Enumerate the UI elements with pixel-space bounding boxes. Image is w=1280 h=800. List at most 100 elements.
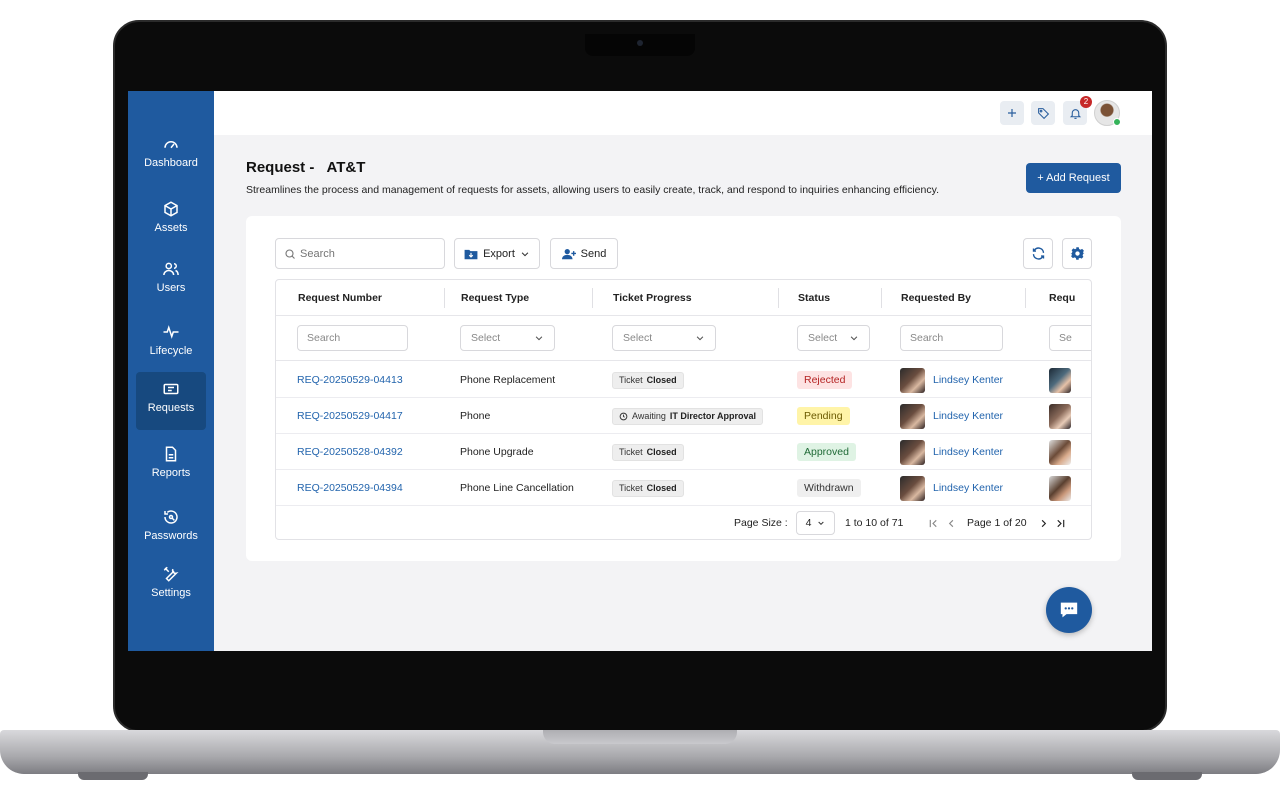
column-header-status[interactable]: Status (776, 280, 830, 316)
table-row[interactable]: REQ-20250529-04417 Phone Awaiting IT Dire… (276, 398, 1091, 434)
laptop-foot-left (78, 772, 148, 780)
requested-by-cell[interactable]: Lindsey Kenter (900, 362, 1003, 398)
status-cell: Pending (797, 398, 850, 434)
tags-button[interactable] (1031, 101, 1055, 125)
ticket-progress-cell: Ticket Closed (612, 362, 684, 398)
sidebar-item-lifecycle[interactable]: Lifecycle (136, 315, 206, 373)
requester-name[interactable]: Lindsey Kenter (933, 410, 1003, 422)
previous-page-button[interactable] (944, 516, 958, 530)
user-avatar[interactable] (1094, 100, 1121, 126)
status-cell: Withdrawn (797, 470, 861, 506)
request-number[interactable]: REQ-20250529-04417 (297, 410, 403, 422)
table-row[interactable]: REQ-20250528-04392 Phone Upgrade Ticket C… (276, 434, 1091, 470)
request-type-cell: Phone Upgrade (460, 446, 534, 458)
chevron-right-icon (1041, 519, 1046, 527)
request-number-link[interactable]: REQ-20250529-04417 (297, 398, 403, 434)
request-type-cell: Phone Line Cancellation (460, 482, 574, 494)
request-number-link[interactable]: REQ-20250528-04392 (297, 434, 403, 470)
requested-by-filter[interactable]: Search (900, 325, 1003, 351)
refresh-icon (1032, 247, 1044, 260)
topbar: 2 (214, 91, 1152, 135)
select-placeholder: Select (808, 332, 838, 344)
ticket-icon (163, 383, 179, 395)
ticket-progress-cell: Awaiting IT Director Approval (612, 398, 764, 434)
column-header-partial[interactable]: Requ (1027, 280, 1075, 316)
column-header-request-number[interactable]: Request Number (276, 280, 382, 316)
status-badge: Pending (797, 407, 850, 425)
sidebar-item-users[interactable]: Users (136, 252, 206, 310)
gauge-icon (164, 141, 178, 149)
avatar (900, 439, 925, 465)
chevron-down-icon (818, 521, 825, 526)
select-placeholder: Select (471, 332, 501, 344)
refresh-button[interactable] (1023, 238, 1053, 269)
sidebar-item-label: Dashboard (144, 157, 198, 169)
column-divider[interactable] (1025, 288, 1026, 308)
settings-button[interactable] (1062, 238, 1092, 269)
column-header-ticket-progress[interactable]: Ticket Progress (591, 280, 692, 316)
progress-prefix: Ticket (619, 447, 643, 457)
sidebar-item-settings[interactable]: Settings (136, 557, 206, 615)
filter-row: Search Select Select Select Search Se (276, 316, 1091, 361)
request-type-filter[interactable]: Select (460, 325, 555, 351)
request-number[interactable]: REQ-20250529-04413 (297, 374, 403, 386)
progress-prefix: Ticket (619, 483, 643, 493)
request-number-link[interactable]: REQ-20250529-04413 (297, 362, 403, 398)
search-input[interactable] (300, 247, 430, 260)
page-title-prefix: Request - (246, 159, 315, 176)
avatar (1049, 367, 1071, 393)
add-request-button[interactable]: + Add Request (1026, 163, 1121, 193)
request-number[interactable]: REQ-20250528-04392 (297, 446, 403, 458)
chevron-down-icon (696, 336, 704, 341)
key-reset-icon (164, 510, 178, 524)
camera-icon (637, 40, 643, 46)
progress-tag: Ticket Closed (612, 371, 684, 389)
requester-name[interactable]: Lindsey Kenter (933, 374, 1003, 386)
export-button[interactable]: Export (454, 238, 540, 269)
page-size-select[interactable]: 4 (796, 511, 835, 535)
progress-state: IT Director Approval (669, 411, 757, 421)
table-row[interactable]: REQ-20250529-04394 Phone Line Cancellati… (276, 470, 1091, 506)
requests-card: Export Send Request Number Request Type … (246, 216, 1121, 561)
sidebar-item-assets[interactable]: Assets (136, 192, 206, 250)
column-header-request-type[interactable]: Request Type (439, 280, 529, 316)
chat-button[interactable] (1046, 587, 1092, 633)
request-number-filter[interactable]: Search (297, 325, 408, 351)
requester-name[interactable]: Lindsey Kenter (933, 482, 1003, 494)
request-type-cell: Phone Replacement (460, 374, 556, 386)
next-page-button[interactable] (1036, 516, 1050, 530)
progress-tag: Ticket Closed (612, 443, 684, 461)
first-page-button[interactable] (926, 516, 940, 530)
search-icon (285, 248, 295, 259)
send-button[interactable]: Send (550, 238, 618, 269)
sidebar-item-passwords[interactable]: Passwords (136, 500, 206, 558)
user-plus-icon (561, 248, 576, 259)
add-button[interactable] (1000, 101, 1024, 125)
sidebar-item-reports[interactable]: Reports (136, 437, 206, 495)
clock-icon (619, 412, 628, 420)
page-range: 1 to 10 of 71 (845, 517, 904, 529)
partial-column-filter[interactable]: Se (1049, 325, 1091, 351)
request-number-link[interactable]: REQ-20250529-04394 (297, 470, 403, 506)
sidebar-item-requests[interactable]: Requests (136, 372, 206, 430)
requester-name[interactable]: Lindsey Kenter (933, 446, 1003, 458)
notifications-button[interactable]: 2 (1063, 96, 1092, 125)
table-row[interactable]: REQ-20250529-04413 Phone Replacement Tic… (276, 362, 1091, 398)
sidebar-item-dashboard[interactable]: Dashboard (136, 127, 206, 185)
partial-cell (1049, 434, 1071, 470)
status-filter[interactable]: Select (797, 325, 870, 351)
requested-by-cell[interactable]: Lindsey Kenter (900, 434, 1003, 470)
search-box[interactable] (275, 238, 445, 269)
ticket-progress-filter[interactable]: Select (612, 325, 716, 351)
progress-state: Closed (646, 447, 677, 457)
requested-by-cell[interactable]: Lindsey Kenter (900, 398, 1003, 434)
status-badge: Approved (797, 443, 856, 461)
request-number[interactable]: REQ-20250529-04394 (297, 482, 403, 494)
column-header-requested-by[interactable]: Requested By (879, 280, 971, 316)
sidebar-item-label: Users (156, 282, 186, 294)
page-title: Request - AT&T (246, 159, 365, 176)
last-page-button[interactable] (1053, 516, 1067, 530)
sidebar-item-label: Requests (147, 402, 195, 414)
pulse-icon (163, 325, 179, 339)
requested-by-cell[interactable]: Lindsey Kenter (900, 470, 1003, 506)
